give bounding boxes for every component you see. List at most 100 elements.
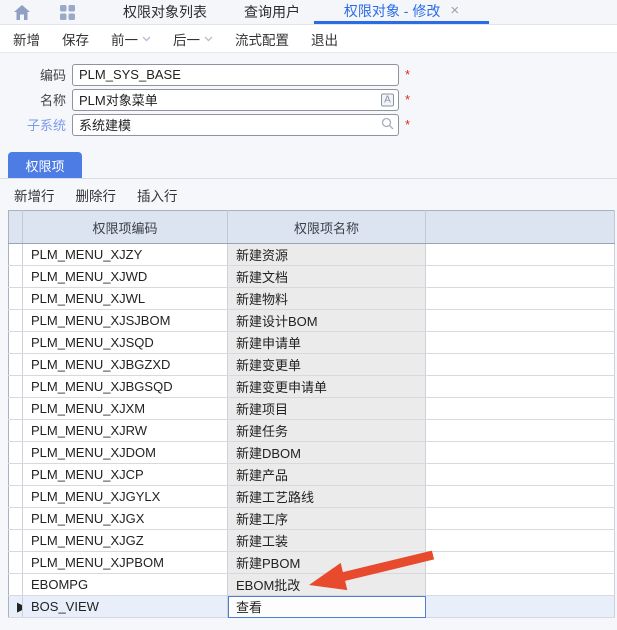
permission-code-cell[interactable]: PLM_MENU_XJDOM [23,442,228,464]
name-input[interactable] [72,89,399,111]
required-mark: * [405,117,410,132]
permission-code-cell[interactable]: PLM_MENU_XJPBOM [23,552,228,574]
table-row[interactable]: PLM_MENU_XJSJBOM新建设计BOM [9,310,615,332]
permission-code-cell[interactable]: PLM_MENU_XJRW [23,420,228,442]
add-row-button[interactable]: 新增行 [14,185,55,205]
home-icon[interactable] [13,4,31,24]
subsystem-label[interactable]: 子系统 [0,115,72,134]
permission-code-cell[interactable]: PLM_MENU_XJSJBOM [23,310,228,332]
previous-button[interactable]: 前一 [111,29,151,49]
table-row[interactable]: PLM_MENU_XJGYLX新建工艺路线 [9,486,615,508]
table-row[interactable]: PLM_MENU_XJXM新建项目 [9,398,615,420]
form-row-code: 编码 * [0,62,617,87]
tab-query-user[interactable]: 查询用户 [230,0,314,24]
row-marker-cell [9,354,23,376]
next-button[interactable]: 后一 [173,29,213,49]
permission-name-cell[interactable]: 新建文档 [228,266,426,288]
empty-cell [426,530,615,552]
column-header-empty [426,211,615,244]
tab-label: 查询用户 [244,2,300,22]
close-icon[interactable]: × [450,3,459,18]
column-header-code[interactable]: 权限项编码 [23,211,228,244]
table-header-row: 权限项编码 权限项名称 [9,211,615,244]
exit-button[interactable]: 退出 [311,29,338,49]
table-row[interactable]: ▶BOS_VIEW查看 [9,596,615,618]
code-input[interactable] [72,64,399,86]
permission-code-cell[interactable]: PLM_MENU_XJXM [23,398,228,420]
grid-toolbar: 新增行 删除行 插入行 [0,179,617,210]
permission-name-cell[interactable]: 查看 [228,596,426,618]
empty-cell [426,552,615,574]
row-marker-cell [9,530,23,552]
table-row[interactable]: PLM_MENU_XJBGSQD新建变更申请单 [9,376,615,398]
permission-name-cell[interactable]: 新建工装 [228,530,426,552]
delete-row-button[interactable]: 删除行 [76,185,117,205]
permission-name-cell[interactable]: 新建设计BOM [228,310,426,332]
empty-cell [426,266,615,288]
table-row[interactable]: PLM_MENU_XJGX新建工序 [9,508,615,530]
permission-name-cell[interactable]: EBOM批改 [228,574,426,596]
permission-name-cell[interactable]: 新建申请单 [228,332,426,354]
permission-code-cell[interactable]: PLM_MENU_XJWD [23,266,228,288]
subsystem-input[interactable] [72,114,399,136]
tab-permission-object-edit[interactable]: 权限对象 - 修改 × [314,0,489,24]
table-row[interactable]: PLM_MENU_XJDOM新建DBOM [9,442,615,464]
table-row[interactable]: PLM_MENU_XJSQD新建申请单 [9,332,615,354]
table-row[interactable]: EBOMPGEBOM批改 [9,574,615,596]
empty-cell [426,596,615,618]
table-row[interactable]: PLM_MENU_XJZY新建资源 [9,244,615,266]
permission-name-cell[interactable]: 新建工艺路线 [228,486,426,508]
permission-code-cell[interactable]: EBOMPG [23,574,228,596]
chevron-down-icon [204,34,213,43]
permission-code-cell[interactable]: PLM_MENU_XJBGSQD [23,376,228,398]
permission-code-cell[interactable]: PLM_MENU_XJZY [23,244,228,266]
column-header-name[interactable]: 权限项名称 [228,211,426,244]
permission-code-cell[interactable]: PLM_MENU_XJBGZXD [23,354,228,376]
row-marker-cell [9,244,23,266]
permission-code-cell[interactable]: PLM_MENU_XJSQD [23,332,228,354]
table-row[interactable]: PLM_MENU_XJPBOM新建PBOM [9,552,615,574]
tab-permission-items[interactable]: 权限项 [8,152,82,178]
table-row[interactable]: PLM_MENU_XJWL新建物料 [9,288,615,310]
tab-permission-object-list[interactable]: 权限对象列表 [100,0,230,24]
permission-name-cell[interactable]: 新建PBOM [228,552,426,574]
empty-cell [426,310,615,332]
table-row[interactable]: PLM_MENU_XJCP新建产品 [9,464,615,486]
new-button[interactable]: 新增 [13,29,40,49]
permission-name-cell[interactable]: 新建产品 [228,464,426,486]
permission-name-cell[interactable]: 新建物料 [228,288,426,310]
permission-code-cell[interactable]: PLM_MENU_XJGZ [23,530,228,552]
save-button[interactable]: 保存 [62,29,89,49]
insert-row-button[interactable]: 插入行 [137,185,178,205]
permission-code-cell[interactable]: PLM_MENU_XJCP [23,464,228,486]
permission-name-cell[interactable]: 新建任务 [228,420,426,442]
required-mark: * [405,67,410,82]
form-row-subsystem: 子系统 * [0,112,617,137]
row-marker-cell: ▶ [9,596,23,618]
permission-name-cell[interactable]: 新建变更单 [228,354,426,376]
empty-cell [426,354,615,376]
table-row[interactable]: PLM_MENU_XJBGZXD新建变更单 [9,354,615,376]
form-row-name: 名称 A * [0,87,617,112]
permission-name-cell[interactable]: 新建项目 [228,398,426,420]
table-row[interactable]: PLM_MENU_XJGZ新建工装 [9,530,615,552]
multilang-text-icon[interactable]: A [381,93,394,106]
permission-code-cell[interactable]: PLM_MENU_XJGYLX [23,486,228,508]
permission-name-cell[interactable]: 新建资源 [228,244,426,266]
permission-code-cell[interactable]: BOS_VIEW [23,596,228,618]
permission-code-cell[interactable]: PLM_MENU_XJWL [23,288,228,310]
apps-grid-icon[interactable] [59,4,76,24]
tab-label: 权限对象 - 修改 [344,1,440,21]
permission-name-cell[interactable]: 新建变更申请单 [228,376,426,398]
row-marker-cell [9,288,23,310]
row-marker-header [9,211,23,244]
table-row[interactable]: PLM_MENU_XJWD新建文档 [9,266,615,288]
required-mark: * [405,92,410,107]
table-row[interactable]: PLM_MENU_XJRW新建任务 [9,420,615,442]
empty-cell [426,464,615,486]
permission-code-cell[interactable]: PLM_MENU_XJGX [23,508,228,530]
permission-name-cell[interactable]: 新建工序 [228,508,426,530]
search-icon[interactable] [381,117,394,133]
flow-config-button[interactable]: 流式配置 [235,29,289,49]
permission-name-cell[interactable]: 新建DBOM [228,442,426,464]
